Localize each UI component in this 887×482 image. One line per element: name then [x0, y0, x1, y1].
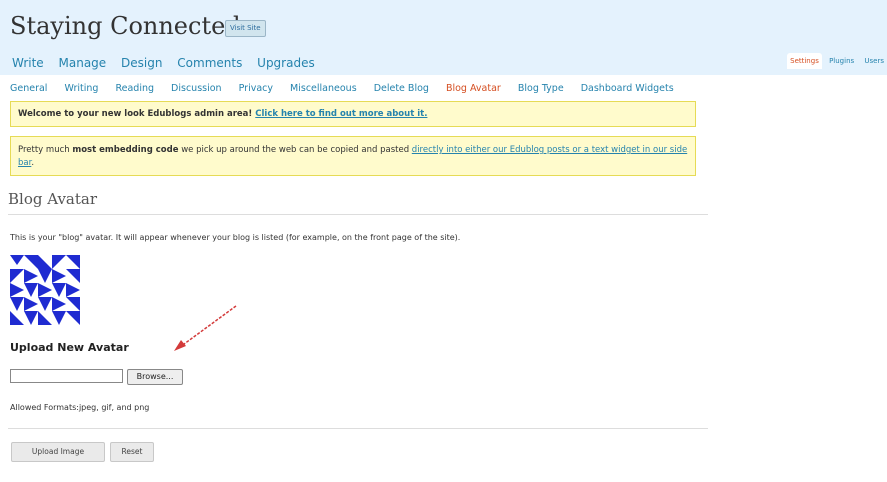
welcome-link[interactable]: Click here to find out more about it. [255, 109, 427, 119]
avatar-file-input[interactable] [10, 369, 123, 383]
tab-plugins[interactable]: Plugins [826, 53, 857, 69]
subnav-general[interactable]: General [10, 83, 47, 94]
main-nav: Write Manage Design Comments Upgrades [12, 56, 326, 70]
divider [8, 214, 708, 215]
embed-notice: Pretty much most embedding code we pick … [10, 136, 696, 176]
welcome-notice: Welcome to your new look Edublogs admin … [10, 101, 696, 127]
red-arrow-annotation [174, 305, 237, 351]
settings-sub-nav: General Writing Reading Discussion Priva… [10, 83, 688, 94]
site-title[interactable]: Staying Connected [10, 12, 241, 40]
subnav-delete-blog[interactable]: Delete Blog [374, 83, 429, 94]
subnav-miscellaneous[interactable]: Miscellaneous [290, 83, 357, 94]
nav-comments[interactable]: Comments [177, 56, 242, 70]
nav-design[interactable]: Design [121, 56, 162, 70]
subnav-privacy[interactable]: Privacy [239, 83, 273, 94]
avatar-description: This is your "blog" avatar. It will appe… [10, 233, 461, 242]
admin-header: Staying Connected Visit Site Write Manag… [0, 0, 887, 75]
nav-manage[interactable]: Manage [59, 56, 107, 70]
reset-button[interactable]: Reset [110, 442, 154, 462]
subnav-blog-type[interactable]: Blog Type [518, 83, 564, 94]
browse-button[interactable]: Browse... [127, 369, 183, 385]
tab-settings[interactable]: Settings [787, 53, 822, 69]
tab-users[interactable]: Users [861, 53, 887, 69]
embed-bold: most embedding code [72, 145, 179, 155]
embed-middle: we pick up around the web can be copied … [178, 145, 412, 155]
nav-upgrades[interactable]: Upgrades [257, 56, 315, 70]
page-title: Blog Avatar [8, 190, 98, 208]
upload-heading: Upload New Avatar [10, 341, 129, 354]
identicon-avatar [10, 255, 80, 325]
subnav-discussion[interactable]: Discussion [171, 83, 222, 94]
subnav-reading[interactable]: Reading [115, 83, 154, 94]
subnav-dashboard-widgets[interactable]: Dashboard Widgets [581, 83, 674, 94]
nav-write[interactable]: Write [12, 56, 44, 70]
subnav-blog-avatar[interactable]: Blog Avatar [446, 83, 501, 94]
upload-image-button[interactable]: Upload Image [11, 442, 105, 462]
right-tabs: Settings Plugins Users [785, 53, 887, 69]
allowed-formats: Allowed Formats:jpeg, gif, and png [10, 403, 150, 412]
embed-suffix: . [31, 158, 35, 168]
welcome-text: Welcome to your new look Edublogs admin … [18, 109, 253, 119]
embed-prefix: Pretty much [18, 145, 73, 155]
subnav-writing[interactable]: Writing [64, 83, 98, 94]
divider [8, 428, 708, 429]
visit-site-button[interactable]: Visit Site [225, 20, 266, 37]
